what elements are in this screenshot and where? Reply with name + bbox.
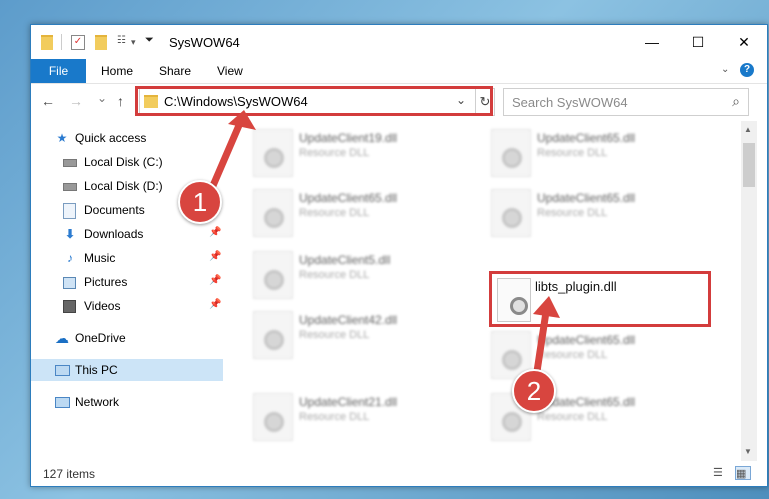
arrow-2 (532, 296, 560, 382)
step-1-badge: 1 (178, 180, 222, 224)
step-2-badge: 2 (512, 369, 556, 413)
arrow-1 (208, 110, 256, 192)
annotation-arrows (208, 110, 560, 382)
